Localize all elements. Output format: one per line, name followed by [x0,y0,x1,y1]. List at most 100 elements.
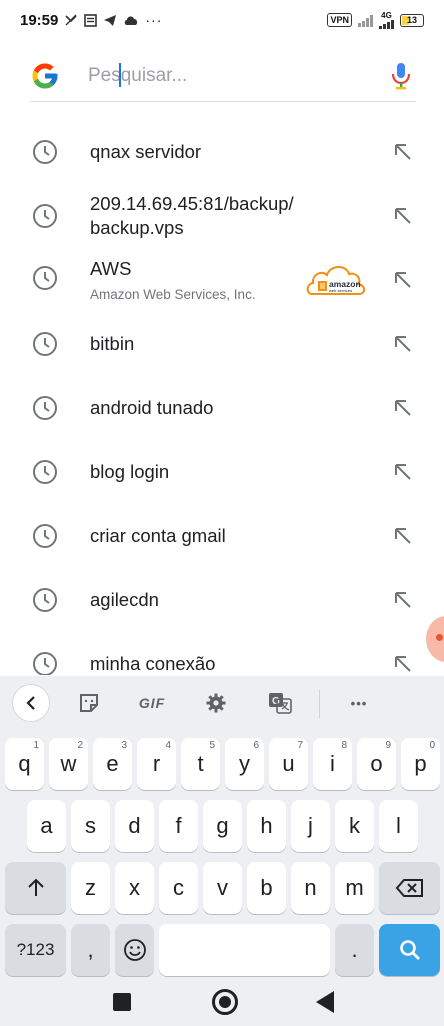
shift-arrow-icon [27,878,44,896]
fill-query-arrow-icon[interactable] [392,589,414,611]
back-triangle-icon[interactable] [316,991,334,1013]
fill-query-arrow-icon[interactable] [392,397,414,419]
history-clock-icon [33,524,57,548]
recents-square-icon[interactable] [113,993,131,1011]
period-key[interactable]: . [335,924,374,976]
key-alt-label: 3 [121,740,127,751]
suggestion-text: criar conta gmail [90,525,226,546]
translate-icon: G [269,693,292,714]
key-label: q [18,751,31,776]
fill-query-arrow-icon[interactable] [392,141,414,163]
key-o[interactable]: o9 [357,738,396,790]
suggestion-item[interactable]: bitbin [0,312,444,376]
history-clock-icon [33,140,57,164]
key-v[interactable]: v [203,862,242,914]
key-d[interactable]: d [115,800,154,852]
suggestion-title: AWS [90,258,132,279]
fill-query-arrow-icon[interactable] [392,461,414,483]
key-b[interactable]: b [247,862,286,914]
sticker-button[interactable] [74,688,104,718]
suggestion-item[interactable]: 209.14.69.45:81/backup/ backup.vps [0,184,444,248]
gear-icon [206,693,226,713]
key-t[interactable]: t5 [181,738,220,790]
key-u[interactable]: u7 [269,738,308,790]
key-a[interactable]: a [27,800,66,852]
suggestion-item[interactable]: minha conexão [0,632,444,675]
key-z[interactable]: z [71,862,110,914]
history-clock-icon [33,652,57,675]
collapse-toolbar-button[interactable] [12,684,50,722]
signal-icon-1 [358,14,373,27]
news-icon [84,13,98,27]
settings-button[interactable] [201,688,231,718]
key-label: t [197,751,204,776]
key-q[interactable]: q1 [5,738,44,790]
search-input[interactable] [88,64,358,87]
status-bar: 19:59 ··· VPN 4G 13 [0,0,444,40]
suggestion-item[interactable]: qnax servidor [0,120,444,184]
backspace-key[interactable] [379,862,440,914]
fill-query-arrow-icon[interactable] [392,205,414,227]
key-alt-label: 9 [385,740,391,751]
key-alt-label: 0 [429,740,435,751]
suggestion-text: blog login [90,461,170,482]
fill-query-arrow-icon[interactable] [392,525,414,547]
gboard-keyboard: GIF G ••• q1 w2 e3 r4 t5 y6 u7 i8 o9 p0 … [0,676,444,986]
key-m[interactable]: m [335,862,374,914]
key-e[interactable]: e3 [93,738,132,790]
suggestion-list: qnax servidor 209.14.69.45:81/backup/ ba… [0,120,444,675]
keyboard-toolbar: GIF G ••• [0,676,444,730]
comma-key[interactable]: , [71,924,110,976]
gif-button[interactable]: GIF [132,688,172,718]
navigation-bar [0,986,444,1026]
microphone-icon[interactable] [390,61,412,91]
key-j[interactable]: j [291,800,330,852]
battery-icon: 13 [400,13,424,27]
backspace-icon [395,879,423,897]
google-logo-icon [32,63,58,88]
key-x[interactable]: x [115,862,154,914]
key-label: r [152,751,161,776]
key-p[interactable]: p0 [401,738,440,790]
key-i[interactable]: i8 [313,738,352,790]
search-submit-key[interactable] [379,924,440,976]
key-y[interactable]: y6 [225,738,264,790]
key-k[interactable]: k [335,800,374,852]
key-h[interactable]: h [247,800,286,852]
suggestion-text: AWS Amazon Web Services, Inc. [90,257,256,305]
key-f[interactable]: f [159,800,198,852]
key-n[interactable]: n [291,862,330,914]
home-circle-icon[interactable] [212,989,238,1015]
key-l[interactable]: l [379,800,418,852]
emoji-key[interactable] [115,924,154,976]
key-s[interactable]: s [71,800,110,852]
symbols-key[interactable]: ?123 [5,924,66,976]
suggestion-item[interactable]: agilecdn [0,568,444,632]
fill-query-arrow-icon[interactable] [392,333,414,355]
key-alt-label: 7 [297,740,303,751]
key-w[interactable]: w2 [49,738,88,790]
spacebar-key[interactable] [159,924,330,976]
suggestion-item[interactable]: AWS Amazon Web Services, Inc. amazon web… [0,248,444,312]
search-bar[interactable] [30,50,416,102]
suggestion-item[interactable]: android tunado [0,376,444,440]
shift-key[interactable] [5,862,66,914]
key-g[interactable]: g [203,800,242,852]
key-alt-label: 2 [77,740,83,751]
key-r[interactable]: r4 [137,738,176,790]
more-notifications-icon: ··· [145,12,163,28]
notification-icons: ··· [64,12,162,28]
key-label: e [106,751,119,776]
sticker-icon [80,694,98,712]
fill-query-arrow-icon[interactable] [392,269,414,291]
key-c[interactable]: c [159,862,198,914]
fill-query-arrow-icon[interactable] [392,653,414,675]
suggestion-item[interactable]: blog login [0,440,444,504]
cloud-icon [125,16,138,25]
more-options-button[interactable]: ••• [341,688,377,718]
history-clock-icon [33,588,57,612]
suggestion-item[interactable]: criar conta gmail [0,504,444,568]
signal-icon-2 [379,19,394,29]
key-label: i [330,751,335,776]
translate-button[interactable]: G [265,688,295,718]
